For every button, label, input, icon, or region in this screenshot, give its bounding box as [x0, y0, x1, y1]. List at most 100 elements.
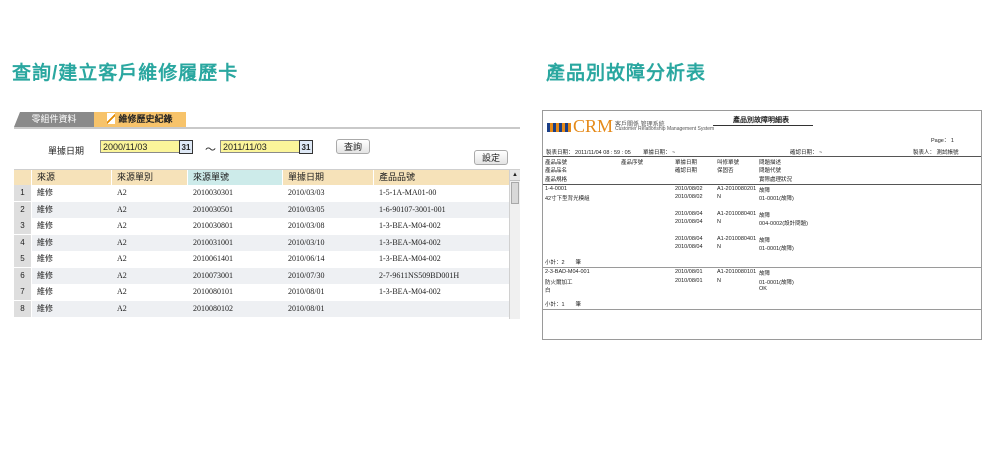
report-header-cell: 問題描述 [759, 160, 782, 166]
column-header[interactable]: 來源 [32, 170, 112, 185]
table-cell: 2010/03/10 [288, 237, 325, 247]
bill-date-range: 單據日期： ~ [643, 150, 676, 156]
column-header[interactable]: 單據日期 [283, 170, 374, 185]
report-cell: OK [759, 286, 767, 292]
report-cell: 白 [545, 288, 551, 294]
calendar-icon[interactable]: 31 [179, 140, 193, 154]
report-cell: 防火爾加工 [545, 279, 573, 286]
report-cell: 2010/08/02 [675, 194, 703, 201]
report-cell: 2010/08/02 [675, 185, 703, 192]
report-cell: 2010/08/01 [675, 269, 703, 276]
table-cell: 1-3-BEA-M04-002 [379, 221, 441, 230]
report-cell: 故障 [759, 271, 771, 278]
table-cell: 2-7-9611NS509BD001H [379, 270, 460, 280]
table-cell: A2 [117, 303, 127, 313]
report-header-cell: 確認日期 [675, 168, 698, 175]
divider [543, 309, 981, 311]
table-cell: 2010031001 [193, 237, 233, 247]
report-cell: 01-0001(故障) [759, 279, 794, 286]
table-row[interactable]: 4 維修 A2 2010031001 2010/03/10 1-3-BEA-M04-002 [14, 234, 510, 251]
report-header-cell: 實際處理狀況 [759, 176, 793, 183]
table-cell: 2010030501 [193, 204, 233, 214]
crm-logo: CRM [573, 116, 614, 136]
filter-bar: 單據日期 2000/11/03 31 ～ 2011/11/03 31 查詢 設定 [14, 129, 520, 169]
report-cell: A1-2010080101 [717, 269, 757, 276]
table-row[interactable]: 7 維修 A2 2010080101 2010/08/01 1-3-BEA-M04-002 [14, 284, 510, 300]
table-cell: 2010/08/01 [288, 287, 325, 296]
report-maker: 製表人： 測試帳號 [913, 150, 959, 156]
report-cell: 01-0001(故障) [759, 246, 794, 252]
report-header-cell: 產品品號 [545, 160, 568, 166]
repair-history-panel: 零組件資料 維修歷史紀錄 單據日期 2000/11/03 31 ～ 2011/1… [14, 110, 520, 319]
confirm-date-range: 確認日期： ~ [790, 150, 823, 156]
report-cell: 2010/08/01 [675, 277, 703, 284]
report-cell: 2010/08/04 [675, 210, 703, 217]
report-cell: 2-3-BAD-M04-001 [545, 269, 590, 276]
grid-header: 來源 來源單別 來源單號 單據日期 產品品號 [14, 170, 510, 185]
tab-repair-history[interactable]: 維修歷史紀錄 [94, 112, 186, 127]
row-number: 5 [14, 251, 32, 267]
query-button[interactable]: 查詢 [336, 139, 370, 154]
row-number: 7 [14, 284, 32, 300]
report-header-cell: 叫修單號 [717, 160, 740, 166]
table-row[interactable]: 8 維修 A2 2010080102 2010/08/01 [14, 300, 510, 317]
table-cell: 1-3-BEA-M04-002 [379, 287, 441, 296]
table-cell: 維修 [37, 188, 53, 197]
report-cell: 42寸下型背光模組 [545, 196, 590, 203]
row-number: 8 [14, 300, 32, 317]
grid-header-corner [14, 170, 32, 185]
table-cell: A2 [117, 221, 127, 230]
table-cell: 2010/06/14 [288, 254, 325, 263]
scroll-up-icon[interactable]: ▲ [510, 170, 520, 181]
table-row[interactable]: 1 維修 A2 2010030301 2010/03/03 1-5-1A-MA01-00 [14, 185, 510, 201]
date-from-input[interactable]: 2000/11/03 [100, 140, 180, 153]
report-cell: 1-4-0001 [545, 185, 568, 192]
report-subtotal: 小計：2 筆 [545, 260, 582, 267]
report-header-cell: 產品規格 [545, 176, 568, 183]
fault-report: CRM 客戶關係 管理系統 Customer Relationship Mana… [542, 110, 982, 340]
table-row[interactable]: 6 維修 A2 2010073001 2010/07/30 2-7-9611NS509BD… [14, 267, 510, 284]
divider [543, 156, 981, 157]
pencil-icon [107, 113, 116, 124]
tab-components[interactable]: 零組件資料 [14, 112, 94, 127]
table-cell: 維修 [37, 221, 53, 230]
report-header-cell: 產品品名 [545, 168, 568, 175]
table-cell: A2 [117, 270, 127, 280]
table-cell: 2010030801 [193, 221, 233, 230]
table-cell [374, 301, 510, 317]
column-header[interactable]: 來源單別 [112, 170, 188, 185]
calendar-icon[interactable]: 31 [299, 140, 313, 154]
report-cell: 004-0002(設計問題) [759, 221, 808, 228]
row-number: 6 [14, 267, 32, 284]
settings-button[interactable]: 設定 [474, 150, 508, 165]
range-separator: ～ [205, 144, 216, 156]
tab-repair-history-label: 維修歷史紀錄 [118, 114, 173, 124]
row-number: 1 [14, 185, 32, 201]
table-cell: A2 [117, 204, 127, 214]
table-row[interactable]: 3 維修 A2 2010030801 2010/03/08 1-3-BEA-M04-002 [14, 218, 510, 234]
scroll-thumb[interactable] [511, 182, 519, 204]
table-cell: 維修 [37, 204, 53, 214]
column-header[interactable]: 產品品號 [374, 170, 510, 185]
table-cell: 2010/03/08 [288, 221, 325, 230]
table-row[interactable]: 5 維修 A2 2010061401 2010/06/14 1-3-BEA-M04-002 [14, 251, 510, 267]
report-header-cell: 問題代號 [759, 168, 782, 175]
report-cell: A1-2010080201 [717, 185, 757, 192]
report-cell: A1-2010080401 [717, 235, 757, 242]
crm-logo-bars [547, 123, 571, 132]
made-date: 製表日期： 2011/11/04 08 : 59 : 05 [546, 150, 631, 156]
table-cell: 2010/03/03 [288, 188, 325, 197]
table-cell: A2 [117, 188, 127, 197]
report-header-cell: 保固否 [717, 168, 734, 175]
row-number: 4 [14, 234, 32, 251]
vertical-scrollbar[interactable]: ▲ [509, 170, 520, 319]
table-row[interactable]: 2 維修 A2 2010030501 2010/03/05 1-6-90107-3001-… [14, 201, 510, 218]
column-header[interactable]: 來源單號 [188, 170, 283, 185]
report-cell: 故障 [759, 237, 771, 244]
date-to-input[interactable]: 2011/11/03 [220, 140, 300, 153]
table-cell: 1-3-BEA-M04-002 [379, 254, 441, 263]
report-cell: 故障 [759, 187, 771, 194]
report-header-cell: 單據日期 [675, 160, 698, 166]
section-title-repair-history: 查詢/建立客戶維修履歷卡 [12, 63, 239, 84]
section-title-fault-analysis: 產品別故障分析表 [546, 63, 707, 84]
